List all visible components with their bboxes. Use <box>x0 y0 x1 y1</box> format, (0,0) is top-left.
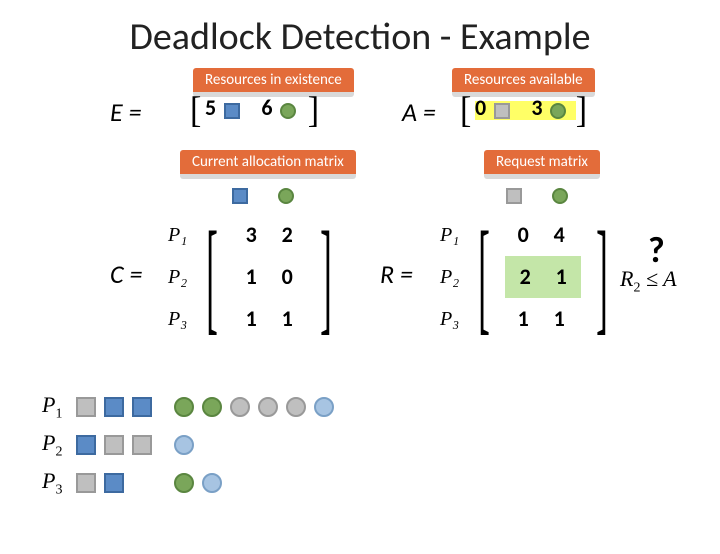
P3-tokens <box>76 473 222 493</box>
C-header-square-icon <box>232 186 248 205</box>
C-1-2: 2 <box>269 214 305 256</box>
R-3-1: 1 <box>505 298 541 340</box>
circle-icon <box>286 397 306 417</box>
C-row-P2: P₂ <box>168 266 187 289</box>
bracket-right: ] <box>320 214 332 340</box>
A-val-1: 0 <box>475 94 486 121</box>
R-row-P3: P₃ <box>440 308 459 331</box>
square-icon <box>76 473 96 493</box>
P2-tokens <box>76 435 194 455</box>
matrix-C: P₁ P₂ P₃ [ 32 10 11 ] <box>168 214 347 340</box>
C-header-circle-icon <box>278 186 294 205</box>
square-icon <box>132 397 152 417</box>
tag-available-label: Resources available <box>452 68 595 92</box>
R-1-2: 4 <box>541 214 577 256</box>
R-header-square-icon <box>506 186 522 205</box>
square-icon <box>76 435 96 455</box>
label-C: C = <box>110 258 142 290</box>
bracket-left: [ <box>478 214 490 340</box>
square-icon <box>104 397 124 417</box>
process-row-P3: P3 <box>42 464 334 502</box>
bracket-right: ] <box>576 90 587 132</box>
C-3-1: 1 <box>233 298 269 340</box>
R-header-circle-icon <box>552 186 568 205</box>
vector-A: [ 0 3 ] <box>460 92 587 130</box>
ineq-R: R <box>620 266 633 291</box>
R-row-P1: P₁ <box>440 224 459 247</box>
circle-icon <box>202 397 222 417</box>
P1-label: P <box>42 392 55 417</box>
matrix-R: P₁ P₂ P₃ [ 04 21 11 ] <box>440 214 623 340</box>
C-2-2: 0 <box>269 256 305 298</box>
label-E: E = <box>110 96 142 128</box>
R-2-2: 1 <box>543 256 579 298</box>
tag-request: Request matrix <box>484 150 600 179</box>
E-val-1: 5 <box>205 94 216 121</box>
C-1-1: 3 <box>233 214 269 256</box>
label-A: A = <box>402 96 436 128</box>
P2-label: P <box>42 430 55 455</box>
square-icon <box>104 435 124 455</box>
P2-sub: 2 <box>55 444 62 459</box>
P3-sub: 3 <box>55 482 62 497</box>
circle-icon <box>280 103 296 119</box>
tag-alloc: Current allocation matrix <box>180 150 356 179</box>
diagram-content: Resources in existence Resources availab… <box>0 68 720 528</box>
tag-request-label: Request matrix <box>484 150 600 174</box>
square-icon <box>76 397 96 417</box>
R-3-2: 1 <box>541 298 577 340</box>
bracket-left: [ <box>460 90 471 132</box>
bracket-right: ] <box>308 90 319 132</box>
tag-alloc-label: Current allocation matrix <box>180 150 356 174</box>
ineq-rest: ≤ A <box>640 266 676 291</box>
circle-icon <box>202 473 222 493</box>
C-3-2: 1 <box>269 298 305 340</box>
process-row-P1: P1 <box>42 388 334 426</box>
process-row-P2: P2 <box>42 426 334 464</box>
circle-icon <box>314 397 334 417</box>
square-icon <box>132 435 152 455</box>
tag-existence-label: Resources in existence <box>193 68 354 92</box>
C-row-P3: P₃ <box>168 308 187 331</box>
bracket-right: ] <box>596 214 608 340</box>
page-title: Deadlock Detection - Example <box>0 14 720 60</box>
R-1-1: 0 <box>505 214 541 256</box>
vector-E: [ 5 6 ] <box>190 92 319 130</box>
label-R: R = <box>380 258 413 290</box>
circle-icon <box>258 397 278 417</box>
P1-tokens <box>76 397 334 417</box>
circle-icon <box>230 397 250 417</box>
bracket-left: [ <box>206 214 218 340</box>
E-val-2: 6 <box>261 94 272 121</box>
P1-sub: 1 <box>55 406 62 421</box>
circle-icon <box>174 435 194 455</box>
C-2-1: 1 <box>233 256 269 298</box>
R-row-P2: P₂ <box>440 266 459 289</box>
bracket-left: [ <box>190 90 201 132</box>
A-val-2: 3 <box>531 94 542 121</box>
square-icon <box>224 103 240 119</box>
square-icon <box>104 473 124 493</box>
square-icon <box>494 103 510 119</box>
circle-icon <box>174 473 194 493</box>
C-row-P1: P₁ <box>168 224 187 247</box>
circle-icon <box>174 397 194 417</box>
circle-icon <box>550 103 566 119</box>
R-2-1: 2 <box>507 256 543 298</box>
process-list: P1 P2 <box>42 388 334 502</box>
P3-label: P <box>42 468 55 493</box>
inequality: R2 ≤ A <box>620 266 677 296</box>
